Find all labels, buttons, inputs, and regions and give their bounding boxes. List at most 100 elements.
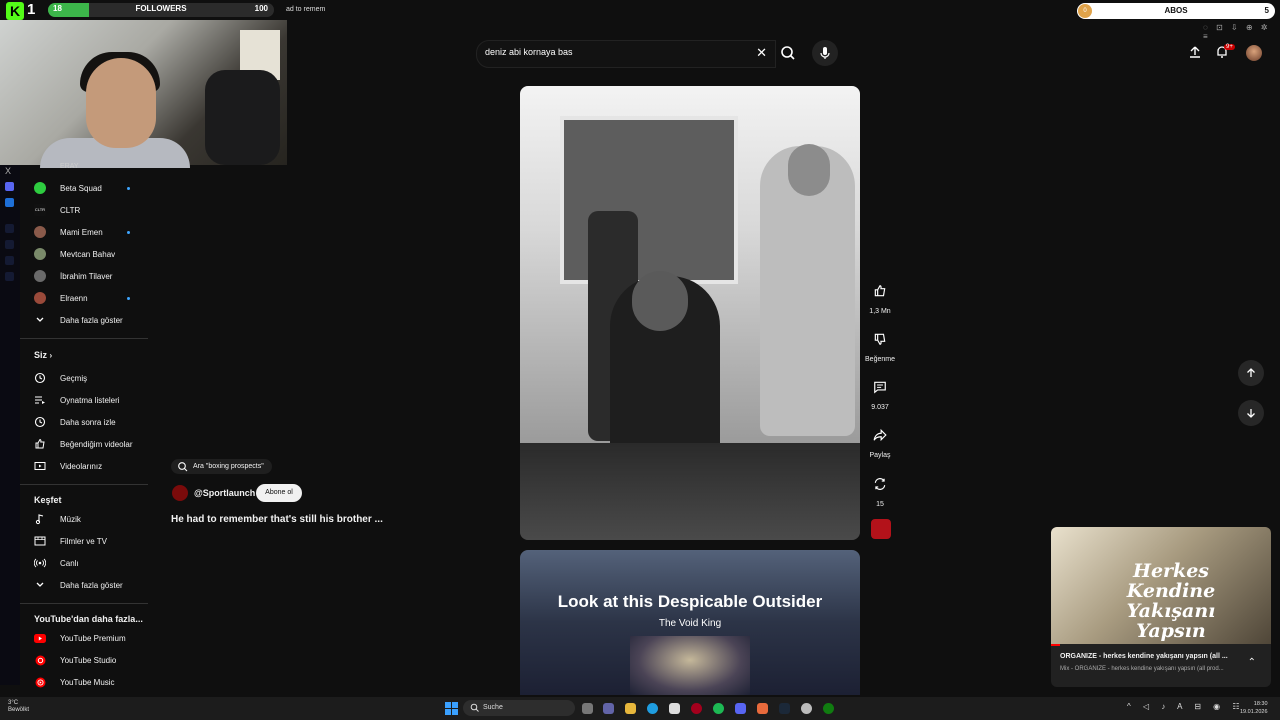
miniplayer-title[interactable]: ORGANIZE - herkes kendine yakışanı yapsı…: [1060, 653, 1228, 660]
channel-name[interactable]: @Sportlaunch: [194, 488, 255, 498]
remix-count: 15: [876, 501, 884, 508]
previous-short-button[interactable]: [1238, 360, 1264, 386]
opera-gx-icon[interactable]: [691, 703, 702, 714]
channel-avatar: [34, 226, 46, 238]
remix-button[interactable]: 15: [864, 470, 896, 508]
youtube-music-icon: [34, 676, 46, 688]
sidebar-divider: [20, 484, 148, 485]
app-icon[interactable]: [5, 224, 14, 233]
taskbar-search-label: Suche: [483, 704, 503, 711]
you-section-heading[interactable]: Siz ›: [34, 350, 52, 360]
channel-avatar[interactable]: [172, 485, 188, 501]
dislike-button[interactable]: Beğenme: [864, 325, 896, 363]
sidebar-item-label: Daha sonra izle: [60, 417, 116, 427]
youtube-studio-icon: [34, 654, 46, 666]
miniplayer-progress[interactable]: [1051, 644, 1060, 646]
miniplayer-subtitle: Mix - ORGANIZE - herkes kendine yakışanı…: [1060, 666, 1224, 672]
sidebar-item-youtube-music[interactable]: YouTube Music: [34, 673, 115, 691]
taskbar-search[interactable]: Suche: [463, 700, 575, 716]
system-clock[interactable]: 18:30 19.01.2026: [1240, 700, 1268, 716]
like-button[interactable]: 1,3 Mn: [864, 277, 896, 315]
like-count: 1,3 Mn: [869, 308, 891, 315]
sidebar-item-label: Videolarınız: [60, 461, 103, 471]
sidebar-item-youtube-premium[interactable]: YouTube Premium: [34, 629, 126, 647]
spotify-icon[interactable]: [713, 703, 724, 714]
subscription-item-cut[interactable]: ERAY: [60, 157, 79, 175]
sidebar-item-playlists[interactable]: Oynatma listeleri: [34, 391, 120, 409]
sidebar-item-youtube-studio[interactable]: YouTube Studio: [34, 651, 116, 669]
subscription-item[interactable]: İbrahim Tilaver: [34, 267, 112, 285]
subscription-item[interactable]: Beta Squad: [34, 179, 102, 197]
expand-miniplayer-icon[interactable]: ⌃: [1248, 657, 1256, 668]
edge-icon[interactable]: [647, 703, 658, 714]
search-box[interactable]: deniz abi kornaya bas ✕: [476, 40, 776, 68]
subscribe-button[interactable]: Abone ol: [256, 484, 302, 502]
discord-icon[interactable]: [5, 182, 14, 191]
show-more-explore[interactable]: Daha fazla göster: [34, 576, 123, 594]
search-button[interactable]: [775, 40, 801, 66]
short-title[interactable]: He had to remember that's still his brot…: [171, 514, 383, 525]
sidebar-item-music[interactable]: Müzik: [34, 510, 81, 528]
comments-button[interactable]: 9.037: [864, 373, 896, 411]
discord-icon[interactable]: [735, 703, 746, 714]
share-button[interactable]: Paylaş: [864, 421, 896, 459]
sidebar-item-label: YouTube Premium: [60, 633, 126, 643]
browser-tab-fragment[interactable]: ad to remem: [286, 6, 325, 13]
sidebar-item-live[interactable]: Canlı: [34, 554, 79, 572]
teams-icon[interactable]: [603, 703, 614, 714]
comment-icon: [866, 373, 894, 401]
windows-logo-icon: [445, 702, 458, 715]
sidebar-divider: [20, 338, 148, 339]
subscription-label: Elraenn: [60, 293, 88, 303]
miniplayer-thumbnail[interactable]: Herkes Kendine Yakışanı Yapsın: [1051, 527, 1271, 644]
browser-extension-icons[interactable]: ◌ ⊡ ⇩ ⊕ ✲ ≡: [1203, 23, 1280, 41]
store-icon[interactable]: [669, 703, 680, 714]
arrow-up-icon: [1247, 368, 1255, 377]
search-icon: [781, 46, 795, 60]
user-avatar[interactable]: [1246, 45, 1262, 61]
app-icon[interactable]: [5, 272, 14, 281]
app-icon[interactable]: [757, 703, 768, 714]
more-from-youtube-heading: YouTube'dan daha fazla...: [34, 614, 143, 624]
app-icon[interactable]: [801, 703, 812, 714]
x-app-icon[interactable]: X: [5, 166, 14, 176]
miniplayer[interactable]: Herkes Kendine Yakışanı Yapsın ORGANIZE …: [1051, 527, 1271, 687]
subscription-item[interactable]: Mevtcan Bahav: [34, 245, 115, 263]
system-tray[interactable]: ^ ◁ ♪ A ⊟ ◉ ☷: [1127, 702, 1245, 711]
upload-icon[interactable]: [1188, 45, 1202, 62]
app-icon[interactable]: [5, 240, 14, 249]
steam-icon[interactable]: [779, 703, 790, 714]
sidebar-item-your-videos[interactable]: Videolarınız: [34, 457, 102, 475]
file-explorer-icon[interactable]: [625, 703, 636, 714]
app-icon[interactable]: [5, 198, 14, 207]
voice-search-button[interactable]: [812, 40, 838, 66]
subscription-item[interactable]: Mami Emen: [34, 223, 103, 241]
search-input[interactable]: deniz abi kornaya bas: [485, 47, 573, 57]
clock-date: 19.01.2026: [1240, 709, 1268, 715]
subscription-item[interactable]: CLTR CLTR: [34, 201, 80, 219]
next-short-button[interactable]: [1238, 400, 1264, 426]
windows-start-button[interactable]: [445, 702, 458, 715]
task-view-icon[interactable]: [582, 703, 593, 714]
short-video-player[interactable]: [520, 86, 860, 540]
app-icon[interactable]: [5, 256, 14, 265]
subscription-item[interactable]: Elraenn: [34, 289, 88, 307]
xbox-icon[interactable]: [823, 703, 834, 714]
live-indicator: [127, 297, 130, 300]
sidebar-item-watch-later[interactable]: Daha sonra izle: [34, 413, 116, 431]
weather-widget[interactable]: 3°C Bewölkt: [8, 700, 29, 714]
related-search-chip[interactable]: Ara "boxing prospects": [171, 459, 272, 474]
weather-description: Bewölkt: [8, 707, 30, 713]
comment-count: 9.037: [871, 404, 889, 411]
sidebar-item-movies[interactable]: Filmler ve TV: [34, 532, 107, 550]
followers-goal: 100: [254, 4, 268, 13]
video-frame: [520, 86, 860, 446]
music-note-icon: [34, 513, 46, 525]
abos-goal: 5: [1264, 6, 1269, 15]
show-more-subscriptions[interactable]: Daha fazla göster: [34, 311, 123, 329]
sidebar-item-history[interactable]: Geçmiş: [34, 369, 87, 387]
sidebar-item-liked-videos[interactable]: Beğendiğim videolar: [34, 435, 133, 453]
next-short-preview[interactable]: Look at this Despicable Outsider The Voi…: [520, 550, 860, 695]
clear-search-icon[interactable]: ✕: [756, 45, 767, 61]
sound-source-thumbnail[interactable]: [871, 519, 891, 539]
